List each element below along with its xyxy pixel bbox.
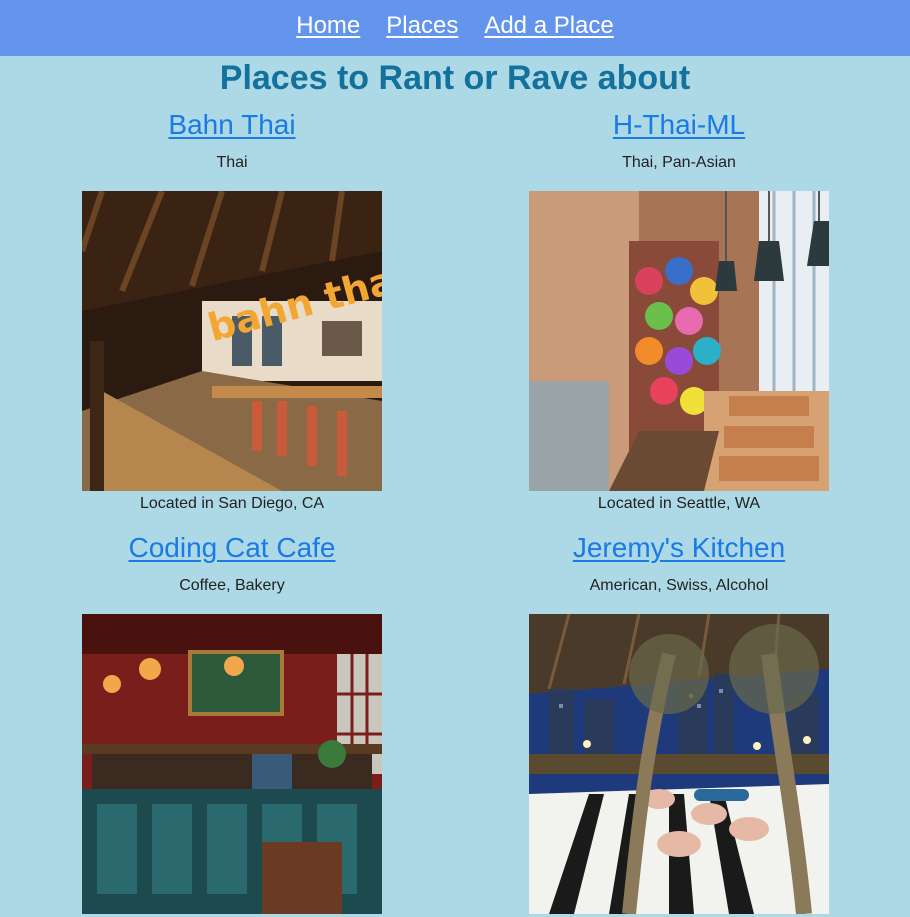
place-location: Located in San Diego, CA [139, 495, 325, 512]
place-card: H-Thai-ML Thai, Pan-Asian Located in Sea… [529, 108, 829, 514]
nav-places-link[interactable]: Places [386, 14, 458, 38]
place-photo[interactable] [529, 191, 829, 491]
place-photo[interactable]: bahn thai [82, 191, 382, 491]
place-card: Jeremy's Kitchen American, Swiss, Alcoho… [529, 531, 829, 917]
place-card: Coding Cat Cafe Coffee, Bakery [82, 531, 382, 917]
place-name-link[interactable]: Bahn Thai [82, 108, 382, 142]
place-name-link[interactable]: Coding Cat Cafe [82, 531, 382, 565]
place-cuisines: American, Swiss, Alcohol [589, 577, 769, 594]
place-photo[interactable] [529, 614, 829, 914]
nav-add-place-link[interactable]: Add a Place [484, 14, 613, 38]
place-name-link[interactable]: Jeremy's Kitchen [529, 531, 829, 565]
place-card: Bahn Thai Thai bahn thai Located in San … [82, 108, 382, 514]
place-cuisines: Thai, Pan-Asian [622, 154, 736, 171]
place-photo[interactable] [82, 614, 382, 914]
page-title: Places to Rant or Rave about [219, 59, 691, 97]
place-cuisines: Coffee, Bakery [179, 577, 285, 594]
top-nav: Home Places Add a Place [0, 0, 910, 56]
place-cuisines: Thai [216, 154, 248, 171]
place-location: Located in Seattle, WA [597, 495, 761, 512]
nav-home-link[interactable]: Home [296, 14, 360, 38]
place-name-link[interactable]: H-Thai-ML [529, 108, 829, 142]
